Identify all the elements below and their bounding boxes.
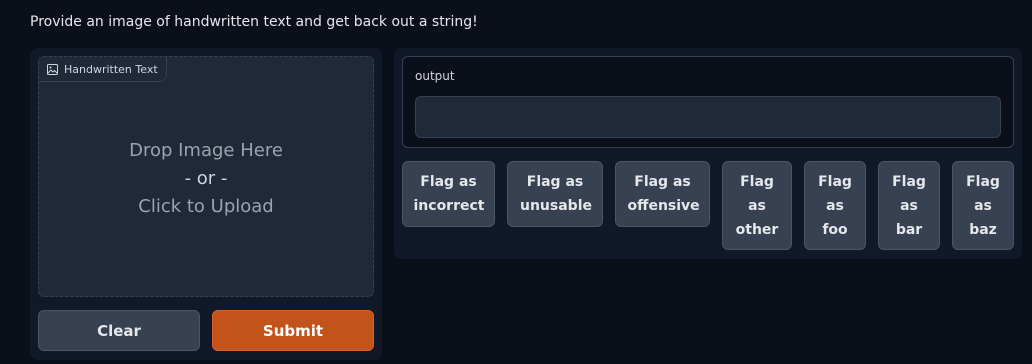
or-text: - or - [184, 168, 228, 189]
flag-offensive-button[interactable]: Flag as offensive [615, 161, 710, 227]
flag-other-label: Flag as other [735, 173, 779, 238]
image-icon [47, 63, 58, 75]
flag-bar-button[interactable]: Flag as bar [878, 161, 940, 250]
output-panel: output Flag as incorrect Flag as unusabl… [394, 48, 1022, 259]
image-input-label: Handwritten Text [39, 57, 167, 82]
flag-other-button[interactable]: Flag as other [722, 161, 792, 250]
submit-button[interactable]: Submit [212, 310, 374, 351]
flag-baz-label: Flag as baz [966, 173, 1000, 238]
image-input-label-text: Handwritten Text [64, 62, 158, 76]
output-container: output [402, 56, 1014, 148]
flag-baz-button[interactable]: Flag as baz [952, 161, 1014, 250]
output-label: output [415, 69, 455, 83]
image-upload-area[interactable]: Handwritten Text Drop Image Here - or - … [38, 56, 374, 297]
output-textbox[interactable] [415, 96, 1001, 138]
flag-bar-label: Flag as bar [892, 173, 926, 238]
input-panel: Handwritten Text Drop Image Here - or - … [30, 48, 382, 360]
flag-foo-label: Flag as foo [818, 173, 852, 238]
flag-unusable-button[interactable]: Flag as unusable [507, 161, 603, 227]
flag-offensive-label: Flag as offensive [627, 174, 700, 214]
flag-incorrect-label: Flag as incorrect [413, 174, 485, 214]
flag-foo-button[interactable]: Flag as foo [804, 161, 866, 250]
app-description: Provide an image of handwritten text and… [30, 14, 478, 30]
flag-incorrect-button[interactable]: Flag as incorrect [402, 161, 495, 227]
click-to-upload-text: Click to Upload [138, 196, 274, 217]
flag-unusable-label: Flag as unusable [520, 174, 592, 214]
drop-zone-text[interactable]: Drop Image Here - or - Click to Upload [39, 137, 373, 221]
drop-image-text: Drop Image Here [129, 140, 283, 161]
clear-button[interactable]: Clear [38, 310, 200, 351]
